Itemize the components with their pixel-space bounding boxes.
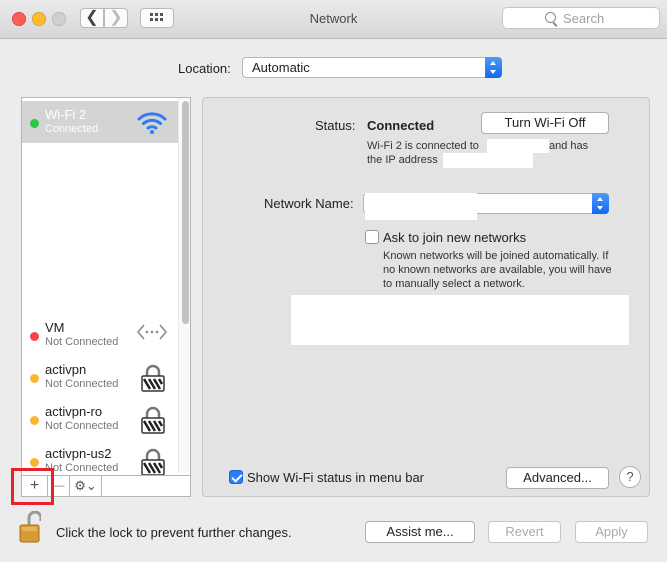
- vpn-lock-icon: [141, 406, 165, 434]
- advanced-button[interactable]: Advanced...: [506, 467, 609, 489]
- service-list[interactable]: Wi-Fi 2 Connected VM Not Connected activ…: [21, 97, 191, 497]
- redacted-network: [487, 139, 549, 153]
- service-name: activpn: [45, 362, 87, 377]
- service-name: activpn-ro: [45, 404, 103, 419]
- ask-join-help-line: no known networks are available, you wil…: [383, 264, 612, 276]
- status-line-prefix: Wi-Fi 2 is connected to: [367, 140, 479, 152]
- vpn-lock-icon: [141, 448, 165, 476]
- service-item-wifi-2[interactable]: Wi-Fi 2 Connected: [22, 101, 180, 143]
- revert-button[interactable]: Revert: [488, 521, 561, 543]
- status-line-ip: the IP address: [367, 154, 438, 166]
- status-dot: [30, 332, 39, 341]
- ask-join-checkbox[interactable]: [365, 230, 379, 244]
- detail-panel: Status: Connected Turn Wi-Fi Off Wi-Fi 2…: [202, 97, 650, 497]
- highlight-box: [11, 468, 54, 505]
- vpn-lock-icon: [141, 364, 165, 392]
- service-name: VM: [45, 320, 65, 335]
- service-status: Not Connected: [45, 378, 119, 390]
- redacted-area: [22, 143, 178, 311]
- ask-join-label: Ask to join new networks: [383, 230, 527, 245]
- redacted-network-name: [365, 193, 477, 220]
- status-dot: [30, 119, 39, 128]
- ask-join-help-line: Known networks will be joined automatica…: [383, 250, 609, 262]
- title-bar: ❮ ❯ Network Search: [0, 0, 667, 39]
- service-item-activpn[interactable]: activpn Not Connected: [22, 356, 180, 398]
- service-list-scrollbar[interactable]: [178, 98, 190, 473]
- service-name: Wi-Fi 2: [45, 107, 87, 122]
- wifi-icon: [137, 112, 167, 134]
- turn-wifi-off-button[interactable]: Turn Wi-Fi Off: [481, 112, 609, 134]
- status-dot: [30, 458, 39, 467]
- service-name: activpn-us2: [45, 446, 112, 461]
- scroll-thumb[interactable]: [182, 101, 189, 324]
- service-item-vm[interactable]: VM Not Connected: [22, 314, 180, 356]
- search-icon: [545, 12, 556, 23]
- assist-me-button[interactable]: Assist me...: [365, 521, 475, 543]
- status-dot: [30, 416, 39, 425]
- location-value: Automatic: [252, 60, 310, 75]
- show-wifi-status-checkbox[interactable]: [229, 470, 243, 484]
- redacted-area: [291, 295, 629, 345]
- select-arrows-icon: [485, 57, 502, 78]
- apply-button[interactable]: Apply: [575, 521, 648, 543]
- search-placeholder: Search: [563, 11, 605, 26]
- ethernet-arrows-icon: [137, 324, 167, 340]
- search-input[interactable]: Search: [502, 7, 660, 29]
- service-item-activpn-ro[interactable]: activpn-ro Not Connected: [22, 398, 180, 440]
- service-status: Not Connected: [45, 420, 119, 432]
- service-status: Not Connected: [45, 462, 119, 474]
- lock-hint-text: Click the lock to prevent further change…: [56, 525, 292, 540]
- action-menu-button[interactable]: ⚙⌄: [70, 476, 102, 496]
- network-name-select[interactable]: [363, 193, 609, 220]
- show-wifi-status-label: Show Wi-Fi status in menu bar: [247, 470, 425, 485]
- status-label: Status:: [315, 118, 356, 133]
- gear-icon: ⚙⌄: [74, 478, 97, 493]
- help-button[interactable]: ?: [619, 466, 641, 488]
- redacted-ip: [443, 153, 533, 168]
- select-arrows-icon: [592, 193, 609, 214]
- location-select[interactable]: Automatic: [242, 57, 502, 78]
- status-dot: [30, 374, 39, 383]
- status-line-suffix: and has: [549, 140, 589, 152]
- location-label: Location:: [178, 61, 231, 76]
- network-name-label: Network Name:: [264, 196, 354, 211]
- ask-join-help-line: to manually select a network.: [383, 278, 525, 290]
- service-status: Connected: [45, 123, 99, 135]
- lock-open-icon[interactable]: [19, 511, 41, 543]
- service-status: Not Connected: [45, 336, 119, 348]
- minus-icon: —: [52, 478, 65, 492]
- status-value: Connected: [367, 118, 435, 133]
